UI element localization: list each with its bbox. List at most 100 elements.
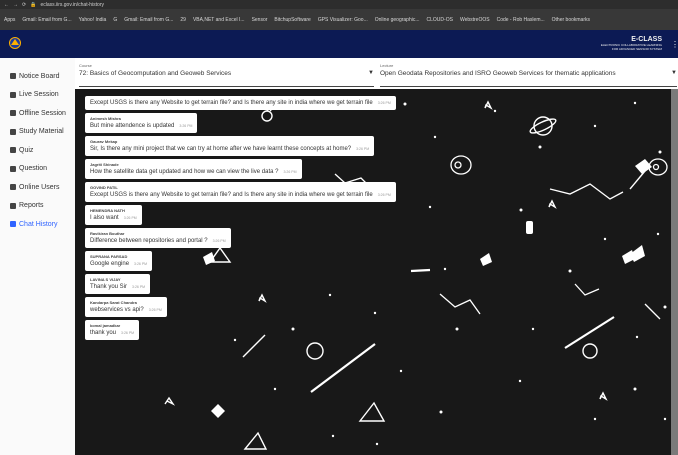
message-text: Thank you Sir bbox=[90, 284, 128, 290]
bookmark-item[interactable]: BitchupSoftware bbox=[274, 17, 310, 23]
message-text: Except USGS is there any Website to get … bbox=[90, 192, 373, 198]
bookmark-item[interactable]: Apps bbox=[4, 17, 15, 23]
message-text: Except USGS is there any Website to get … bbox=[90, 100, 373, 106]
bookmark-item[interactable]: CLOUD-OS bbox=[427, 17, 453, 23]
bookmark-item[interactable]: Gmail: Email from G... bbox=[124, 17, 173, 23]
chat-message: Gaurav Mekap Sir, Is there any mini proje… bbox=[85, 136, 375, 156]
message-text: Sir, Is there any mini project that we c… bbox=[90, 146, 352, 152]
chat-message: SUPRANA PARSAD Google engine 3:26 PM bbox=[85, 251, 153, 271]
sidebar-item-quiz[interactable]: Quiz bbox=[0, 141, 75, 160]
sidebar-item-offline-session[interactable]: Offline Session bbox=[0, 104, 75, 123]
eclass-brand: E-CLASS ELECTRONIC COLLABORATIVE LEARNIN… bbox=[601, 36, 662, 51]
bookmark-item[interactable]: Yahoo! India bbox=[79, 17, 107, 23]
message-timestamp: 3:26 PM bbox=[212, 239, 226, 243]
lecture-label: Lecture bbox=[380, 63, 394, 68]
message-text: But mine attendence is updated bbox=[90, 123, 175, 129]
sidebar-item-label: Online Users bbox=[19, 183, 60, 191]
chat-message: Animesh Mishra But mine attendence is upd… bbox=[85, 113, 198, 133]
message-timestamp: 3:26 PM bbox=[283, 170, 297, 174]
browser-url[interactable]: eclass.iirs.gov.in/chat-history bbox=[40, 2, 104, 8]
chat-message: HEMENDRA NATH I also want 3:26 PM bbox=[85, 205, 142, 225]
sidebar-item-study-material[interactable]: Study Material bbox=[0, 123, 75, 142]
chat-history-icon bbox=[9, 220, 17, 228]
message-text: webservices vs api? bbox=[90, 307, 144, 313]
live-session-icon bbox=[9, 91, 17, 99]
message-timestamp: 3:26 PM bbox=[179, 124, 193, 128]
bookmarks-bar: Apps Gmail: Email from G... Yahoo! India G G… bbox=[0, 9, 678, 30]
reload-icon[interactable]: ⟳ bbox=[22, 2, 26, 8]
course-label: Course bbox=[79, 63, 92, 68]
bookmark-item[interactable]: 29 bbox=[180, 17, 186, 23]
sidebar-item-label: Study Material bbox=[19, 128, 64, 136]
bookmark-item[interactable]: Other bookmarks bbox=[552, 17, 590, 23]
chevron-down-icon[interactable]: ▼ bbox=[368, 70, 374, 76]
bookmark-item[interactable]: WebstreOOS bbox=[460, 17, 490, 23]
sidebar-item-label: Quiz bbox=[19, 146, 34, 154]
question-icon bbox=[9, 165, 17, 173]
study-material-icon bbox=[9, 128, 17, 136]
chat-message: GOVIND PATIL Except USGS is there any Web… bbox=[85, 182, 396, 202]
selection-bar: Course 72: Basics of Geocomputation and … bbox=[75, 58, 678, 90]
sidebar-item-reports[interactable]: Reports bbox=[0, 197, 75, 216]
chat-message: Jagriti Shinade How the satellite data ge… bbox=[85, 159, 302, 179]
message-timestamp: 3:26 PM bbox=[356, 147, 370, 151]
lock-icon: 🔒 bbox=[30, 1, 37, 8]
bookmark-item[interactable]: Sensor bbox=[252, 17, 268, 23]
chat-message: LAVINA S VIJAY Thank you Sir 3:26 PM bbox=[85, 274, 151, 294]
iirs-logo-icon bbox=[9, 37, 21, 49]
forward-icon[interactable]: → bbox=[13, 2, 18, 8]
bookmark-item[interactable]: G bbox=[113, 17, 117, 23]
message-text: Difference between repositories and port… bbox=[90, 238, 208, 244]
sidebar-item-question[interactable]: Question bbox=[0, 160, 75, 179]
quiz-icon bbox=[9, 146, 17, 154]
sidebar-item-label: Reports bbox=[19, 202, 44, 210]
message-timestamp: 3:26 PM bbox=[377, 193, 391, 197]
course-value[interactable]: 72: Basics of Geocomputation and Geoweb … bbox=[79, 70, 374, 78]
message-timestamp: 3:26 PM bbox=[148, 308, 162, 312]
sidebar-item-label: Question bbox=[19, 165, 48, 173]
message-timestamp: 3:26 PM bbox=[132, 285, 146, 289]
bookmark-item[interactable]: VBA,NET and Excel I... bbox=[193, 17, 245, 23]
lecture-value[interactable]: Open Geodata Repositories and ISRO Geowe… bbox=[380, 70, 677, 78]
scrollbar[interactable] bbox=[671, 89, 678, 455]
back-icon[interactable]: ← bbox=[4, 2, 9, 8]
app-header: E-CLASS ELECTRONIC COLLABORATIVE LEARNIN… bbox=[0, 30, 678, 58]
bookmark-item[interactable]: Online geographic... bbox=[375, 17, 420, 23]
message-timestamp: 3:26 PM bbox=[123, 216, 137, 220]
chat-message: komal jamadkar thank you 3:26 PM bbox=[85, 320, 140, 340]
brand-subtitle-2: FOR ADVANCED SENSOR SYSTEM bbox=[611, 47, 662, 51]
sidebar-item-label: Live Session bbox=[19, 91, 59, 99]
sidebar-item-label: Chat History bbox=[19, 220, 58, 228]
sidebar-item-chat-history[interactable]: Chat History bbox=[0, 215, 75, 234]
message-list: Except USGS is there any Website to get … bbox=[85, 91, 405, 343]
course-select[interactable]: Course 72: Basics of Geocomputation and … bbox=[79, 63, 374, 87]
online-users-icon bbox=[9, 183, 17, 191]
message-text: thank you bbox=[90, 330, 117, 336]
message-text: How the satellite data get updated and h… bbox=[90, 169, 279, 175]
message-text: Google engine bbox=[90, 261, 130, 267]
chevron-down-icon[interactable]: ▼ bbox=[671, 70, 677, 76]
chat-message: Except USGS is there any Website to get … bbox=[85, 96, 396, 110]
lecture-select[interactable]: Lecture Open Geodata Repositories and IS… bbox=[380, 63, 677, 87]
chat-message: Ravikiran Bouthar Difference between repo… bbox=[85, 228, 231, 248]
chat-message: Kandarpa Sarat Chandra webservices vs api… bbox=[85, 297, 167, 317]
message-timestamp: 3:26 PM bbox=[121, 331, 135, 335]
bookmark-item[interactable]: Gmail: Email from G... bbox=[22, 17, 71, 23]
sidebar: Notice Board Live Session Offline Session S… bbox=[0, 58, 75, 455]
sidebar-item-label: Notice Board bbox=[19, 72, 60, 80]
notice-board-icon bbox=[9, 72, 17, 80]
message-timestamp: 3:26 PM bbox=[134, 262, 148, 266]
more-menu-icon[interactable]: ⋮ bbox=[671, 41, 678, 49]
brand-title: E-CLASS bbox=[631, 36, 662, 43]
sidebar-item-live-session[interactable]: Live Session bbox=[0, 86, 75, 105]
bookmark-item[interactable]: GPS Visualizer: Goo... bbox=[318, 17, 368, 23]
browser-toolbar: ← → ⟳ 🔒 eclass.iirs.gov.in/chat-history bbox=[0, 0, 678, 9]
sidebar-item-notice-board[interactable]: Notice Board bbox=[0, 67, 75, 86]
bookmark-item[interactable]: Code - Rob Haslem... bbox=[497, 17, 545, 23]
sidebar-item-label: Offline Session bbox=[19, 109, 66, 117]
message-text: I also want bbox=[90, 215, 119, 221]
offline-session-icon bbox=[9, 109, 17, 117]
sidebar-item-online-users[interactable]: Online Users bbox=[0, 178, 75, 197]
chat-history-area[interactable]: Except USGS is there any Website to get … bbox=[75, 89, 678, 455]
reports-icon bbox=[9, 202, 17, 210]
